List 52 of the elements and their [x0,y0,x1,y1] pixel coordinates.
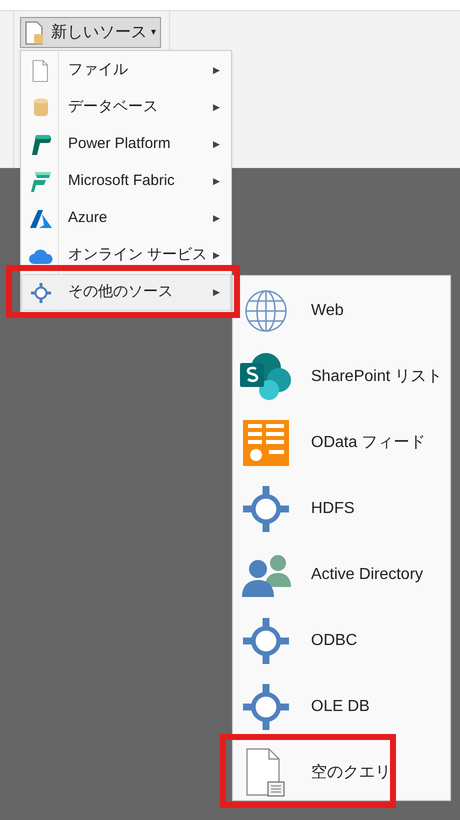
menu-item-label: Azure [68,208,108,228]
submenu-item-label: OData フィード [311,433,426,453]
connector-icon [243,618,289,664]
submenu-item[interactable]: HDFS [233,476,450,542]
submenu-item-label: HDFS [311,499,355,519]
menu-item-label: オンライン サービス [68,245,208,266]
platform-icon [30,134,52,156]
menu-item[interactable]: Microsoft Fabric ▶ [21,163,231,200]
feed-icon [243,420,289,466]
submenu-arrow: ▶ [213,64,220,77]
globe-icon [244,289,288,333]
submenu-item[interactable]: OLE DB [233,674,450,740]
menu-item[interactable]: Power Platform ▶ [21,126,231,163]
submenu-arrow: ▶ [213,248,220,262]
submenu-arrow: ▶ [213,286,220,299]
submenu-item[interactable]: ODBC [233,608,450,674]
submenu-arrow: ▶ [213,174,220,188]
menu-item-label: ファイル [68,60,129,80]
users-icon [241,553,291,597]
submenu-item[interactable]: OData フィード [233,410,450,476]
submenu-item-label: Web [311,301,344,321]
menu-item[interactable]: Azure ▶ [21,200,231,237]
new-source-button[interactable]: 新しいソース ▾ [20,17,161,48]
submenu-item[interactable]: Active Directory [233,542,450,608]
document-icon [32,60,49,82]
menu-item[interactable]: ファイル ▶ [21,52,231,89]
connector-icon [243,486,289,532]
submenu-item[interactable]: Web [233,278,450,344]
submenu-arrow: ▶ [213,138,220,151]
sharepoint-icon [240,352,292,402]
submenu-item-label: ODBC [311,631,358,651]
cloud-icon [28,248,52,264]
menu-item[interactable]: その他のソース ▶ [21,274,231,311]
submenu-item-label: Active Directory [311,565,424,585]
menu-item-label: Microsoft Fabric [68,171,176,192]
menu-item-label: データベース [68,97,159,118]
submenu-item[interactable]: 空のクエリ [233,740,450,806]
menu-item-label: Power Platform [68,134,172,154]
cylinder-icon [34,98,48,118]
menu-item[interactable]: オンライン サービス ▶ [21,237,231,274]
submenu-item[interactable]: SharePoint リスト [233,344,450,410]
submenu-item-label: OLE DB [311,697,370,717]
connector-icon [243,684,289,730]
fabric-icon [30,170,52,192]
submenu-item-label: SharePoint リスト [311,367,443,387]
submenu-item-label: 空のクエリ [311,762,391,783]
submenu-arrow: ▶ [213,100,220,114]
submenu-arrow: ▶ [213,212,220,225]
menu-item-label: その他のソース [68,282,174,302]
menu-item[interactable]: データベース ▶ [21,89,231,126]
azure-icon [30,208,52,228]
connector-icon [30,282,50,302]
